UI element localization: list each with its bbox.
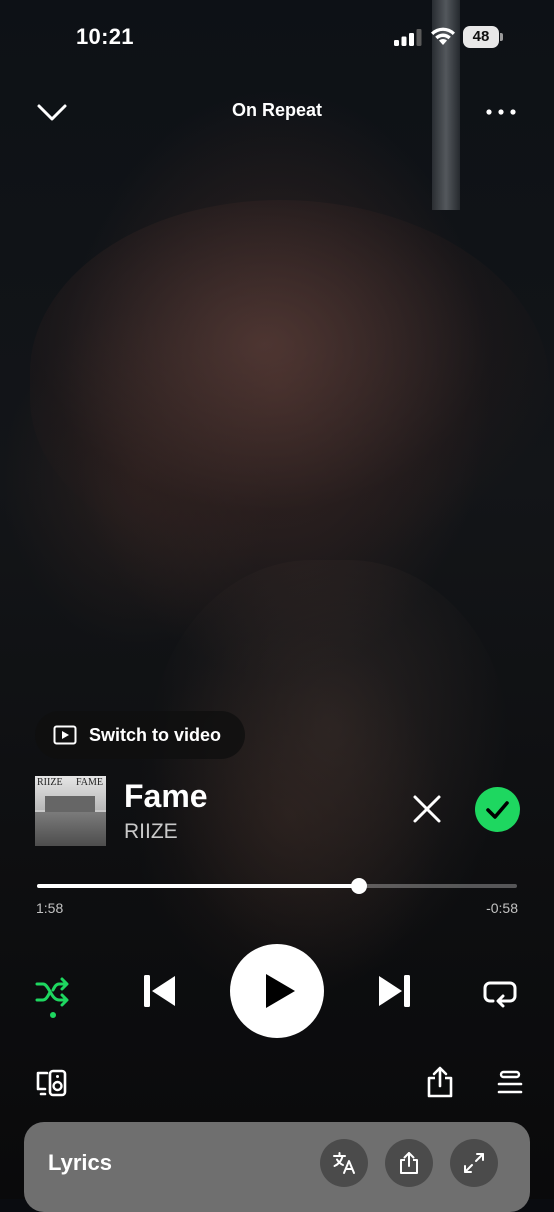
lyrics-label: Lyrics bbox=[48, 1150, 113, 1175]
remaining-time: -0:58 bbox=[486, 900, 518, 916]
video-icon bbox=[53, 725, 77, 745]
playlist-title: On Repeat bbox=[231, 100, 323, 120]
switch-to-video-button[interactable]: Switch to video bbox=[35, 711, 245, 759]
battery-nub bbox=[500, 33, 503, 41]
added-to-library-button[interactable] bbox=[475, 787, 520, 832]
switch-to-video-label: Switch to video bbox=[89, 724, 222, 745]
secondary-controls bbox=[0, 1062, 554, 1106]
expand-icon bbox=[464, 1153, 484, 1173]
play-icon bbox=[266, 974, 295, 1008]
player-header: On Repeat bbox=[0, 88, 554, 134]
expand-lyrics-button[interactable] bbox=[450, 1139, 498, 1187]
play-button[interactable] bbox=[230, 944, 324, 1038]
playback-controls bbox=[0, 942, 554, 1042]
status-time: 10:21 bbox=[76, 24, 134, 49]
translate-lyrics-button[interactable] bbox=[320, 1139, 368, 1187]
cover-field bbox=[35, 812, 106, 846]
elapsed-time: 1:58 bbox=[36, 900, 64, 916]
share-lyrics-button[interactable] bbox=[385, 1139, 433, 1187]
album-cover[interactable]: RIIZE FAME bbox=[35, 776, 106, 846]
shuffle-active-dot bbox=[50, 1012, 56, 1018]
share-icon bbox=[400, 1152, 418, 1174]
status-bar: 10:21 48 bbox=[0, 0, 554, 75]
background-figure-face bbox=[150, 560, 510, 980]
progress-fill bbox=[37, 884, 359, 888]
background-figure-hair bbox=[30, 200, 550, 560]
share-icon[interactable] bbox=[426, 1066, 454, 1098]
battery-level: 48 bbox=[463, 26, 499, 48]
shuffle-icon[interactable] bbox=[35, 976, 71, 1008]
cover-text-left: RIIZE bbox=[37, 777, 63, 788]
close-icon[interactable] bbox=[412, 794, 442, 824]
progress-bar[interactable] bbox=[37, 878, 517, 894]
cellular-signal-icon bbox=[394, 29, 422, 46]
more-icon[interactable] bbox=[484, 102, 518, 122]
connect-devices-icon[interactable] bbox=[35, 1068, 67, 1098]
track-info: RIIZE FAME Fame RIIZE bbox=[35, 776, 525, 846]
wifi-icon bbox=[431, 27, 455, 45]
artist-name[interactable]: RIIZE bbox=[124, 820, 178, 844]
translate-icon bbox=[333, 1152, 355, 1174]
cover-text-right: FAME bbox=[75, 777, 103, 788]
battery-indicator: 48 bbox=[463, 26, 505, 48]
repeat-icon[interactable] bbox=[482, 976, 518, 1008]
queue-icon[interactable] bbox=[497, 1070, 523, 1096]
check-icon bbox=[486, 801, 509, 819]
progress-knob[interactable] bbox=[350, 878, 367, 894]
song-title[interactable]: Fame bbox=[124, 778, 208, 815]
previous-icon[interactable] bbox=[140, 972, 178, 1010]
next-icon[interactable] bbox=[376, 972, 414, 1010]
